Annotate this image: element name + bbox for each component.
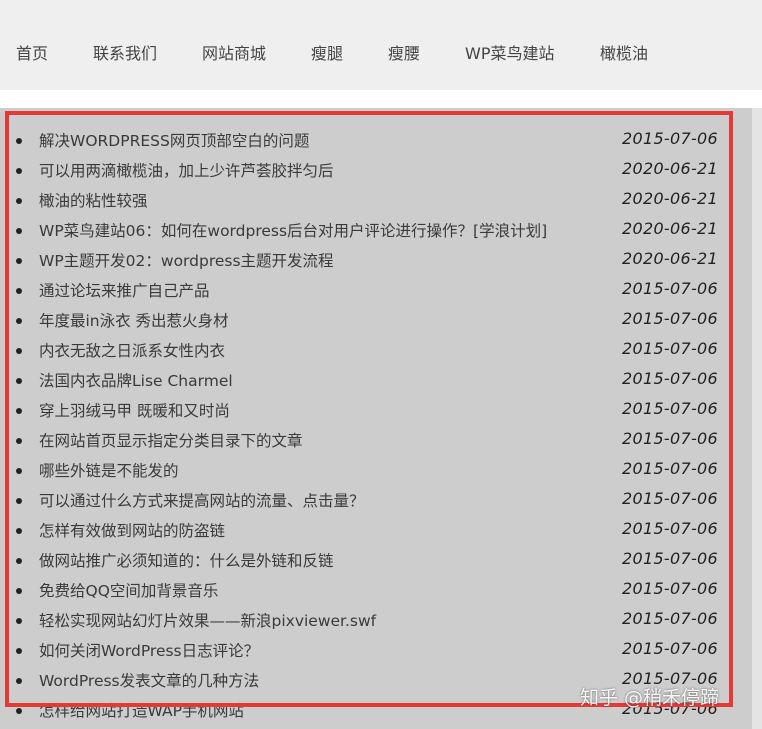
bullet-icon <box>16 408 22 414</box>
list-item: 通过论坛来推广自己产品 2015-07-06 <box>0 275 752 305</box>
post-date: 2020-06-21 <box>622 189 718 208</box>
list-item: 可以通过什么方式来提高网站的流量、点击量？ 2015-07-06 <box>0 485 752 515</box>
post-title-link[interactable]: 内衣无敌之日派系女性内衣 <box>39 339 225 361</box>
post-date: 2015-07-06 <box>622 579 718 598</box>
post-title-link[interactable]: 在网站首页显示指定分类目录下的文章 <box>39 429 303 451</box>
nav-item-slim-legs[interactable]: 瘦腿 <box>311 40 343 64</box>
list-item: 内衣无敌之日派系女性内衣 2015-07-06 <box>0 335 752 365</box>
post-date: 2015-07-06 <box>622 339 718 358</box>
post-title-link[interactable]: 免费给QQ空间加背景音乐 <box>39 579 218 601</box>
nav-item-wp-building[interactable]: WP菜鸟建站 <box>465 40 554 64</box>
bullet-icon <box>16 618 22 624</box>
post-date: 2020-06-21 <box>622 159 718 178</box>
post-date: 2020-06-21 <box>622 219 718 238</box>
bullet-icon <box>16 528 22 534</box>
post-date: 2015-07-06 <box>622 609 718 628</box>
nav-item-shop[interactable]: 网站商城 <box>202 40 266 64</box>
list-item: 在网站首页显示指定分类目录下的文章 2015-07-06 <box>0 425 752 455</box>
post-list-panel: 解决WORDPRESS网页顶部空白的问题 2015-07-06 可以用两滴橄榄油，加… <box>0 108 752 729</box>
list-item: WP主题开发02：wordpress主题开发流程 2020-06-21 <box>0 245 752 275</box>
bullet-icon <box>16 708 22 714</box>
list-item: 免费给QQ空间加背景音乐 2015-07-06 <box>0 575 752 605</box>
post-date: 2015-07-06 <box>622 369 718 388</box>
nav-item-contact[interactable]: 联系我们 <box>93 40 157 64</box>
watermark: 知乎 @稍禾停蹄 <box>580 687 720 709</box>
list-item: 解决WORDPRESS网页顶部空白的问题 2015-07-06 <box>0 125 752 155</box>
bullet-icon <box>16 258 22 264</box>
list-item: 轻松实现网站幻灯片效果——新浪pixviewer.swf 2015-07-06 <box>0 605 752 635</box>
list-item: 橄油的粘性较强 2020-06-21 <box>0 185 752 215</box>
post-date: 2015-07-06 <box>622 399 718 418</box>
bullet-icon <box>16 678 22 684</box>
list-item: 如何关闭WordPress日志评论？ 2015-07-06 <box>0 635 752 665</box>
post-title-link[interactable]: 怎样有效做到网站的防盗链 <box>39 519 225 541</box>
post-title-link[interactable]: 解决WORDPRESS网页顶部空白的问题 <box>39 129 309 151</box>
bullet-icon <box>16 198 22 204</box>
post-title-link[interactable]: 怎样给网站打造WAP手机网站 <box>39 699 244 721</box>
bullet-icon <box>16 168 22 174</box>
separator <box>0 90 762 108</box>
post-date: 2015-07-06 <box>622 129 718 148</box>
bullet-icon <box>16 648 22 654</box>
nav-item-olive-oil[interactable]: 橄榄油 <box>600 40 648 64</box>
list-item: 做网站推广必须知道的：什么是外链和反链 2015-07-06 <box>0 545 752 575</box>
post-title-link[interactable]: 法国内衣品牌Lise Charmel <box>39 369 233 391</box>
right-edge-strip <box>752 108 762 729</box>
bullet-icon <box>16 588 22 594</box>
list-item: 法国内衣品牌Lise Charmel 2015-07-06 <box>0 365 752 395</box>
post-title-link[interactable]: 年度最in泳衣 秀出惹火身材 <box>39 309 229 331</box>
post-title-link[interactable]: 穿上羽绒马甲 既暖和又时尚 <box>39 399 230 421</box>
post-title-link[interactable]: 通过论坛来推广自己产品 <box>39 279 210 301</box>
post-date: 2015-07-06 <box>622 549 718 568</box>
post-title-link[interactable]: 可以通过什么方式来提高网站的流量、点击量？ <box>39 489 365 511</box>
post-date: 2015-07-06 <box>622 279 718 298</box>
bullet-icon <box>16 558 22 564</box>
bullet-icon <box>16 378 22 384</box>
post-date: 2015-07-06 <box>622 459 718 478</box>
bullet-icon <box>16 318 22 324</box>
list-item: 穿上羽绒马甲 既暖和又时尚 2015-07-06 <box>0 395 752 425</box>
post-title-link[interactable]: WordPress发表文章的几种方法 <box>39 669 259 691</box>
bullet-icon <box>16 438 22 444</box>
post-title-link[interactable]: 轻松实现网站幻灯片效果——新浪pixviewer.swf <box>39 609 376 631</box>
post-date: 2015-07-06 <box>622 309 718 328</box>
post-title-link[interactable]: 做网站推广必须知道的：什么是外链和反链 <box>39 549 334 571</box>
bullet-icon <box>16 288 22 294</box>
post-date: 2015-07-06 <box>622 519 718 538</box>
list-item: 可以用两滴橄榄油，加上少许芦荟胶拌匀后 2020-06-21 <box>0 155 752 185</box>
post-title-link[interactable]: WP主题开发02：wordpress主题开发流程 <box>39 249 334 271</box>
bullet-icon <box>16 498 22 504</box>
bullet-icon <box>16 348 22 354</box>
bullet-icon <box>16 228 22 234</box>
post-date: 2015-07-06 <box>622 489 718 508</box>
post-title-link[interactable]: 可以用两滴橄榄油，加上少许芦荟胶拌匀后 <box>39 159 334 181</box>
post-title-link[interactable]: 哪些外链是不能发的 <box>39 459 179 481</box>
post-date: 2015-07-06 <box>622 639 718 658</box>
post-title-link[interactable]: 橄油的粘性较强 <box>39 189 148 211</box>
top-navbar: 首页 联系我们 网站商城 瘦腿 瘦腰 WP菜鸟建站 橄榄油 <box>0 0 762 90</box>
list-item: 哪些外链是不能发的 2015-07-06 <box>0 455 752 485</box>
post-date: 2015-07-06 <box>622 429 718 448</box>
post-date: 2020-06-21 <box>622 249 718 268</box>
bullet-icon <box>16 468 22 474</box>
list-item: 怎样有效做到网站的防盗链 2015-07-06 <box>0 515 752 545</box>
post-title-link[interactable]: 如何关闭WordPress日志评论？ <box>39 639 259 661</box>
list-item: WP菜鸟建站06：如何在wordpress后台对用户评论进行操作？[学浪计划] 2… <box>0 215 752 245</box>
post-title-link[interactable]: WP菜鸟建站06：如何在wordpress后台对用户评论进行操作？[学浪计划] <box>39 219 547 241</box>
nav-item-slim-waist[interactable]: 瘦腰 <box>388 40 420 64</box>
nav-item-home[interactable]: 首页 <box>16 40 48 64</box>
list-item: 年度最in泳衣 秀出惹火身材 2015-07-06 <box>0 305 752 335</box>
bullet-icon <box>16 138 22 144</box>
